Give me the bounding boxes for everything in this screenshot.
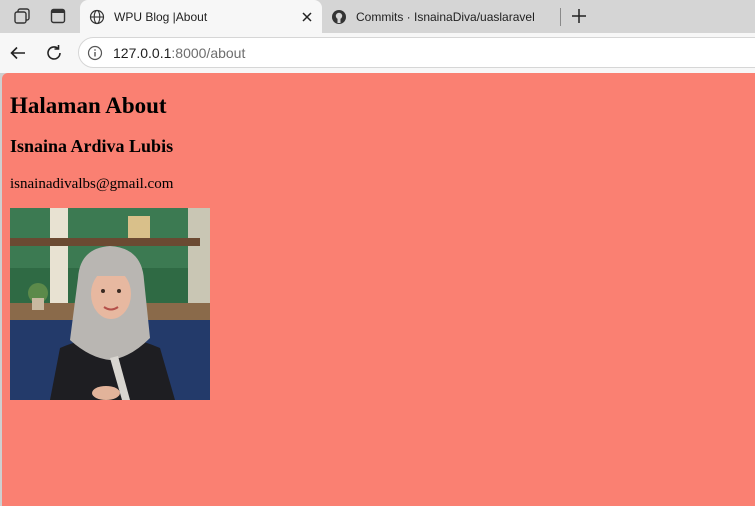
address-bar[interactable]: 127.0.0.1:8000/about <box>78 37 755 68</box>
author-email: isnainadivalbs@gmail.com <box>10 176 174 192</box>
tab-separator <box>560 8 561 26</box>
info-icon[interactable] <box>86 44 104 62</box>
plus-icon[interactable] <box>568 5 590 27</box>
tab-actions-icon[interactable] <box>46 5 70 27</box>
back-arrow-icon[interactable] <box>6 41 30 65</box>
tab-title: Commits · IsnainaDiva/uaslaravel <box>356 9 535 24</box>
page-title: Halaman About <box>10 93 167 118</box>
browser-toolbar: 127.0.0.1:8000/about <box>0 33 755 73</box>
author-name: Isnaina Ardiva Lubis <box>10 136 174 156</box>
close-icon[interactable] <box>298 8 316 26</box>
tab-title: WPU Blog |About <box>114 9 208 24</box>
url-path: :8000/about <box>171 44 246 61</box>
page-viewport: Halaman About Isnaina Ardiva Lubis isnai… <box>2 73 755 506</box>
tab-wpu-blog-about[interactable]: WPU Blog |About <box>80 0 322 33</box>
github-icon <box>330 8 348 26</box>
tab-commits[interactable]: Commits · IsnainaDiva/uaslaravel <box>322 0 558 33</box>
workspaces-icon[interactable] <box>10 5 34 27</box>
page-content: Halaman About Isnaina Ardiva Lubis isnai… <box>2 93 755 400</box>
globe-icon <box>88 8 106 26</box>
profile-photo <box>10 208 210 400</box>
url-text: 127.0.0.1:8000/about <box>113 45 245 61</box>
tab-strip: WPU Blog |About Commits · IsnainaDiva/ua… <box>0 0 755 33</box>
url-host: 127.0.0.1 <box>113 44 172 61</box>
reload-icon[interactable] <box>42 41 66 65</box>
